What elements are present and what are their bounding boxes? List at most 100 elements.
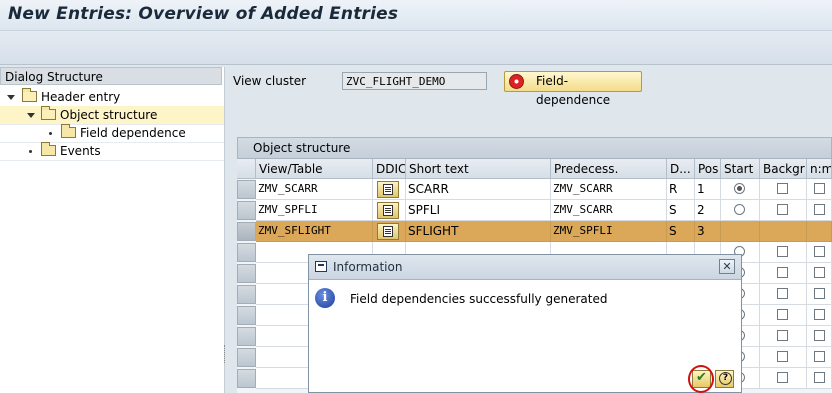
cell-nm xyxy=(807,200,832,221)
column-header-pos[interactable]: Pos xyxy=(695,159,721,179)
start-radio[interactable] xyxy=(734,183,745,194)
backgr-checkbox[interactable] xyxy=(777,330,788,341)
cell-backgr xyxy=(760,368,807,389)
cell-short-text[interactable]: SCARR xyxy=(406,179,551,200)
cell-backgr xyxy=(760,347,807,368)
cell-nm xyxy=(807,263,832,284)
help-button[interactable]: ? xyxy=(715,370,734,388)
dialog-title: Information xyxy=(333,260,403,274)
row-selector[interactable] xyxy=(237,369,256,388)
cell-nm xyxy=(807,368,832,389)
cell-backgr xyxy=(760,305,807,326)
table-row[interactable]: ZMV_SCARR SCARR ZMV_SCARR R 1 xyxy=(256,179,832,200)
nm-checkbox[interactable] xyxy=(814,246,825,257)
row-selector[interactable] xyxy=(237,264,256,283)
row-selector[interactable] xyxy=(237,180,256,199)
cell-nm xyxy=(807,179,832,200)
tree-item-field-dependence[interactable]: Field dependence xyxy=(0,124,224,143)
cell-d[interactable]: R xyxy=(667,179,695,200)
row-selector[interactable] xyxy=(237,327,256,346)
nm-checkbox[interactable] xyxy=(814,204,825,215)
select-all-header[interactable] xyxy=(237,159,256,179)
tree-item-object-structure[interactable]: Object structure xyxy=(0,106,224,125)
row-selector[interactable] xyxy=(237,348,256,367)
cell-predecessor[interactable]: ZMV_SCARR xyxy=(551,179,667,200)
expand-triangle-icon[interactable] xyxy=(27,113,35,118)
field-dependence-button[interactable]: Field-dependence xyxy=(504,71,642,107)
splitter-grip[interactable] xyxy=(224,345,229,363)
folder-icon xyxy=(61,124,76,138)
column-header-view-table[interactable]: View/Table xyxy=(256,159,373,179)
nm-checkbox[interactable] xyxy=(814,288,825,299)
folder-open-icon xyxy=(22,88,37,102)
dialog-message: Field dependencies successfully generate… xyxy=(350,292,608,306)
cell-predecessor[interactable]: ZMV_SPFLI xyxy=(551,221,667,242)
cell-start xyxy=(721,179,760,200)
cell-pos[interactable]: 3 xyxy=(695,221,721,242)
row-selector[interactable] xyxy=(237,285,256,304)
page-title: New Entries: Overview of Added Entries xyxy=(8,4,399,24)
dialog-structure-title: Dialog Structure xyxy=(0,67,222,85)
cell-d[interactable]: S xyxy=(667,200,695,221)
backgr-checkbox[interactable] xyxy=(777,267,788,278)
cell-predecessor[interactable]: ZMV_SCARR xyxy=(551,200,667,221)
table-title: Object structure xyxy=(237,137,832,159)
close-icon[interactable]: ✕ xyxy=(719,259,735,274)
start-radio[interactable] xyxy=(734,204,745,215)
column-header-ddic[interactable]: DDIC xyxy=(373,159,406,179)
cell-view-table[interactable]: ZMV_SPFLI xyxy=(256,200,373,221)
row-selector[interactable] xyxy=(237,243,256,262)
help-icon: ? xyxy=(719,372,732,385)
cell-ddic xyxy=(373,179,406,200)
cell-view-table[interactable]: ZMV_SCARR xyxy=(256,179,373,200)
view-cluster-field[interactable]: ZVC_FLIGHT_DEMO xyxy=(342,72,487,90)
ddic-button[interactable] xyxy=(377,181,399,198)
cell-d[interactable]: S xyxy=(667,221,695,242)
ddic-button[interactable] xyxy=(377,202,399,219)
folder-open-icon xyxy=(41,106,56,120)
column-header-d[interactable]: D... xyxy=(667,159,695,179)
expand-triangle-icon[interactable] xyxy=(7,95,15,100)
column-header-nm[interactable]: n:m xyxy=(807,159,832,179)
column-header-predecessor[interactable]: Predecess. xyxy=(551,159,667,179)
nm-checkbox[interactable] xyxy=(814,183,825,194)
tree-item-label: Events xyxy=(60,144,101,158)
cell-backgr xyxy=(760,200,807,221)
column-header-short-text[interactable]: Short text xyxy=(406,159,551,179)
row-selector[interactable] xyxy=(237,201,256,220)
cell-backgr xyxy=(760,242,807,263)
nm-checkbox[interactable] xyxy=(814,330,825,341)
cell-short-text[interactable]: SPFLI xyxy=(406,200,551,221)
info-icon: i xyxy=(315,288,335,308)
tree-item-header-entry[interactable]: Header entry xyxy=(0,88,224,107)
backgr-checkbox[interactable] xyxy=(777,372,788,383)
backgr-checkbox[interactable] xyxy=(777,204,788,215)
column-header-start[interactable]: Start xyxy=(721,159,760,179)
ddic-button[interactable] xyxy=(377,223,399,240)
tree-item-events[interactable]: Events xyxy=(0,142,224,161)
nm-checkbox[interactable] xyxy=(814,309,825,320)
table-row-selected[interactable]: ZMV_SFLIGHT SFLIGHT ZMV_SPFLI S 3 xyxy=(256,221,832,242)
field-dependence-button-label: Field-dependence xyxy=(536,74,611,107)
backgr-checkbox[interactable] xyxy=(777,183,788,194)
cell-short-text[interactable]: SFLIGHT xyxy=(406,221,551,242)
cell-pos[interactable]: 1 xyxy=(695,179,721,200)
backgr-checkbox[interactable] xyxy=(777,351,788,362)
table-row[interactable]: ZMV_SPFLI SPFLI ZMV_SCARR S 2 xyxy=(256,200,832,221)
backgr-checkbox[interactable] xyxy=(777,309,788,320)
window-icon xyxy=(315,261,327,272)
row-selector[interactable] xyxy=(237,306,256,325)
dialog-title-bar[interactable]: Information ✕ xyxy=(309,255,741,280)
row-selector[interactable] xyxy=(237,222,256,241)
nm-checkbox[interactable] xyxy=(814,351,825,362)
cell-pos[interactable]: 2 xyxy=(695,200,721,221)
cell-view-table[interactable]: ZMV_SFLIGHT xyxy=(256,221,373,242)
column-header-backgr[interactable]: Backgr xyxy=(760,159,807,179)
nm-checkbox[interactable] xyxy=(814,267,825,278)
backgr-checkbox[interactable] xyxy=(777,288,788,299)
cell-backgr xyxy=(760,263,807,284)
lifebuoy-icon xyxy=(509,74,524,89)
backgr-checkbox[interactable] xyxy=(777,246,788,257)
tree-item-label: Header entry xyxy=(41,90,121,104)
nm-checkbox[interactable] xyxy=(814,372,825,383)
